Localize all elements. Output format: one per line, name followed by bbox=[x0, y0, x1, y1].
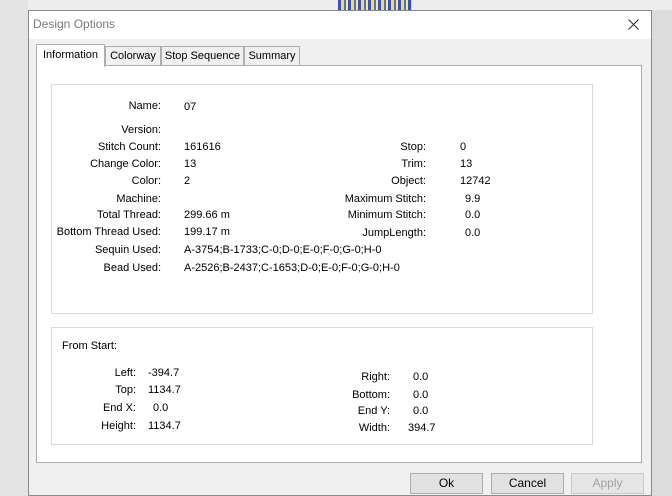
tab-stop-sequence[interactable]: Stop Sequence bbox=[161, 46, 244, 65]
maximum-stitch-value: 9.9 bbox=[465, 193, 481, 205]
trim-label: Trim: bbox=[401, 158, 426, 170]
apply-button[interactable]: Apply bbox=[571, 473, 644, 494]
stitch-count-value: 161616 bbox=[184, 141, 221, 153]
cancel-button[interactable]: Cancel bbox=[491, 473, 564, 494]
change-color-label: Change Color: bbox=[90, 158, 161, 170]
right-label: Right: bbox=[361, 371, 390, 383]
bottom-thread-label: Bottom Thread Used: bbox=[56, 226, 161, 238]
bottom-thread-value: 199.17 m bbox=[184, 226, 230, 238]
total-thread-value: 299.66 m bbox=[184, 209, 230, 221]
end-y-value: 0.0 bbox=[413, 405, 429, 417]
tab-colorway[interactable]: Colorway bbox=[105, 46, 161, 65]
jump-length-value: 0.0 bbox=[465, 227, 481, 239]
ok-button[interactable]: Ok bbox=[410, 473, 483, 494]
object-value: 12742 bbox=[460, 175, 491, 187]
name-value: 07 bbox=[184, 101, 197, 113]
tab-summary[interactable]: Summary bbox=[244, 46, 300, 65]
bottom-label: Bottom: bbox=[352, 389, 390, 401]
design-info-group: Name: 07 Version: Stitch Count: 161616 C… bbox=[51, 84, 593, 314]
machine-label: Machine: bbox=[116, 193, 161, 205]
height-value: 1134.7 bbox=[148, 420, 181, 432]
minimum-stitch-label: Minimum Stitch: bbox=[347, 209, 426, 221]
name-label: Name: bbox=[128, 100, 161, 112]
background-left-area bbox=[0, 0, 28, 496]
stitch-count-label: Stitch Count: bbox=[98, 141, 161, 153]
bottom-value: 0.0 bbox=[413, 389, 429, 401]
close-button[interactable] bbox=[617, 11, 651, 39]
bead-used-value: A-2526;B-2437;C-1653;D-0;E-0;F-0;G-0;H-0 bbox=[184, 262, 400, 274]
design-options-dialog: Design Options Information Colorway Stop… bbox=[28, 10, 652, 496]
tab-information[interactable]: Information bbox=[36, 44, 105, 67]
top-value: 1134.7 bbox=[148, 384, 181, 396]
bead-used-label: Bead Used: bbox=[103, 262, 161, 274]
background-window-strip bbox=[0, 0, 672, 10]
jump-length-label: JumpLength: bbox=[362, 227, 426, 239]
total-thread-label: Total Thread: bbox=[96, 209, 161, 221]
width-label: Width: bbox=[358, 422, 390, 434]
trim-value: 13 bbox=[460, 158, 473, 170]
top-label: Top: bbox=[115, 384, 136, 396]
title-bar[interactable]: Design Options bbox=[29, 11, 651, 39]
minimum-stitch-value: 0.0 bbox=[465, 209, 481, 221]
stop-label: Stop: bbox=[400, 141, 426, 153]
dialog-title: Design Options bbox=[33, 17, 116, 31]
sequin-used-value: A-3754;B-1733;C-0;D-0;E-0;F-0;G-0;H-0 bbox=[184, 244, 382, 256]
maximum-stitch-label: Maximum Stitch: bbox=[344, 193, 426, 205]
end-x-label: End X: bbox=[102, 402, 136, 414]
object-label: Object: bbox=[391, 175, 426, 187]
width-value: 394.7 bbox=[408, 422, 436, 434]
left-label: Left: bbox=[114, 367, 136, 379]
information-panel: Name: 07 Version: Stitch Count: 161616 C… bbox=[36, 65, 642, 463]
left-value: -394.7 bbox=[148, 367, 180, 379]
height-label: Height: bbox=[101, 420, 136, 432]
right-value: 0.0 bbox=[413, 371, 429, 383]
color-label: Color: bbox=[131, 175, 161, 187]
end-y-label: End Y: bbox=[357, 405, 390, 417]
color-value: 2 bbox=[184, 175, 191, 187]
from-start-title: From Start: bbox=[62, 340, 118, 352]
version-label: Version: bbox=[121, 124, 161, 136]
sequin-used-label: Sequin Used: bbox=[94, 244, 161, 256]
stop-value: 0 bbox=[460, 141, 467, 153]
change-color-value: 13 bbox=[184, 158, 197, 170]
end-x-value: 0.0 bbox=[153, 402, 169, 414]
close-icon bbox=[628, 19, 639, 30]
from-start-group: From Start: Left: -394.7 Top: 1134.7 End… bbox=[51, 327, 593, 445]
